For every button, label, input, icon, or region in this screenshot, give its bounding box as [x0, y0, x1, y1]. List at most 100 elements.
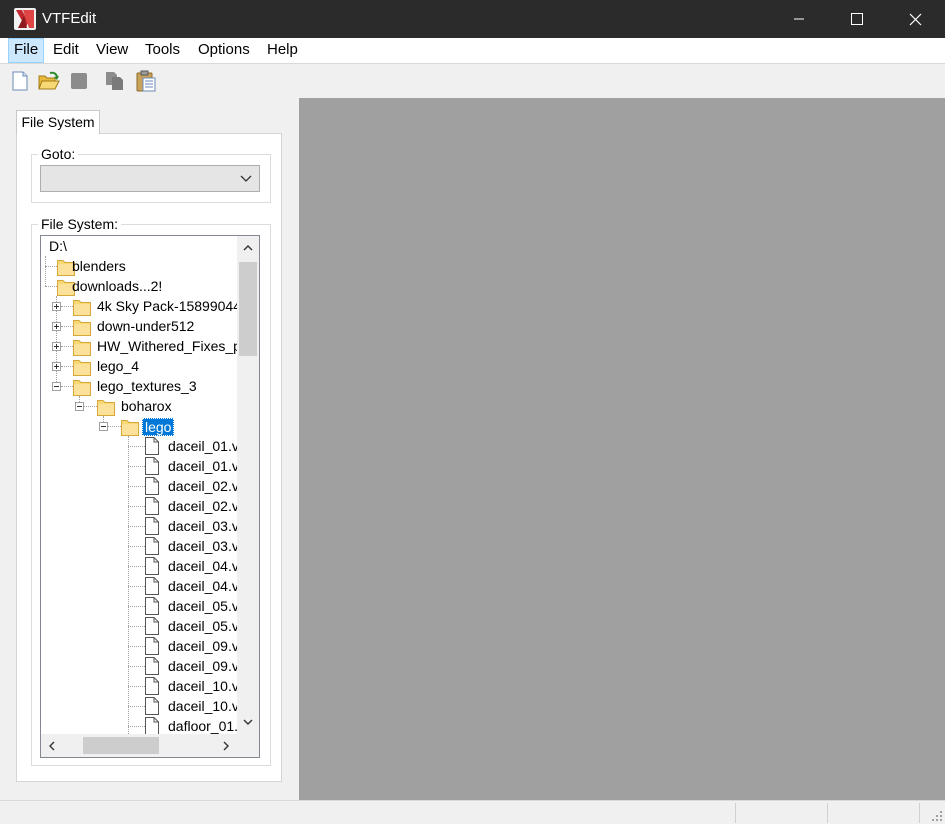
tree-line [128, 686, 145, 687]
resize-grip-icon[interactable] [931, 810, 943, 822]
tree-item-label: HW_Withered_Fixes_pa [97, 338, 237, 354]
tree-file-item[interactable]: daceil_01.v [41, 456, 237, 476]
tree-folder-item[interactable]: lego_4 [41, 356, 237, 376]
tree-line [61, 306, 73, 307]
new-icon [12, 71, 28, 91]
file-icon [145, 657, 159, 675]
tree-folder-item[interactable]: lego_textures_3 [41, 376, 237, 396]
copy-button[interactable] [103, 69, 127, 93]
scroll-right-button[interactable] [215, 734, 237, 757]
tree-line [128, 646, 145, 647]
menu-view[interactable]: View [91, 38, 133, 63]
menu-options[interactable]: Options [193, 38, 255, 63]
tree-folder-item[interactable]: lego [41, 416, 237, 436]
tree-file-item[interactable]: daceil_04.v [41, 556, 237, 576]
save-icon [71, 73, 87, 89]
chevron-down-icon [243, 719, 253, 725]
menu-bar: File Edit View Tools Options Help [0, 38, 945, 64]
file-icon [145, 597, 159, 615]
tree-file-item[interactable]: daceil_01.v [41, 436, 237, 456]
vertical-scrollbar[interactable] [237, 236, 259, 734]
tree-line [45, 286, 57, 287]
tree-folder-item[interactable]: downloads...2! [41, 276, 237, 296]
vtfedit-app-icon[interactable] [14, 8, 36, 30]
tree-item-label: daceil_05.v [168, 618, 237, 634]
tree-folder-item[interactable]: down-under512 [41, 316, 237, 336]
tree-folder-item[interactable]: 4k Sky Pack-15899044 [41, 296, 237, 316]
paste-button[interactable] [134, 69, 158, 93]
goto-dropdown[interactable] [40, 165, 260, 192]
menu-tools[interactable]: Tools [140, 38, 185, 63]
tree-file-item[interactable]: daceil_02.v [41, 476, 237, 496]
tree-line [61, 366, 73, 367]
open-icon [38, 71, 60, 90]
tree-item-label: boharox [121, 398, 172, 414]
file-icon [145, 697, 159, 715]
tree-drive-item[interactable]: D:\ [41, 236, 237, 256]
tab-file-system[interactable]: File System [16, 110, 100, 134]
scroll-up-button[interactable] [237, 238, 259, 258]
scroll-left-button[interactable] [41, 734, 63, 757]
collapse-minus-icon[interactable] [52, 382, 61, 391]
expand-plus-icon[interactable] [52, 362, 61, 371]
tree-file-item[interactable]: dafloor_01.v [41, 716, 237, 734]
save-button[interactable] [67, 69, 91, 93]
tree-line [128, 606, 145, 607]
tree-file-item[interactable]: daceil_03.v [41, 536, 237, 556]
menu-file[interactable]: File [8, 38, 45, 63]
tree-line [128, 586, 145, 587]
new-button[interactable] [8, 69, 32, 93]
tree-item-label: daceil_04.v [168, 558, 237, 574]
texture-preview-area[interactable] [299, 98, 945, 800]
menu-edit[interactable]: Edit [48, 38, 84, 63]
horizontal-scrollbar[interactable] [41, 734, 259, 757]
collapse-minus-icon[interactable] [99, 422, 108, 431]
tree-item-label: daceil_05.v [168, 598, 237, 614]
tree-file-item[interactable]: daceil_09.v [41, 656, 237, 676]
minimize-button[interactable] [770, 0, 828, 38]
collapse-minus-icon[interactable] [75, 402, 84, 411]
tree-folder-item[interactable]: boharox [41, 396, 237, 416]
tree-item-label: daceil_10.v [168, 698, 237, 714]
maximize-button[interactable] [828, 0, 886, 38]
tree-file-item[interactable]: daceil_10.v [41, 696, 237, 716]
folder-icon [73, 358, 91, 376]
tree-item-label: daceil_10.v [168, 678, 237, 694]
tree-item-label: lego [142, 418, 175, 436]
file-tree[interactable]: D:\ blenders downloads...2! 4k Sky Pack-158… [40, 235, 260, 758]
file-icon [145, 717, 159, 734]
tree-item-label: downloads...2! [72, 278, 163, 294]
toolbar [0, 64, 945, 98]
tree-file-item[interactable]: daceil_04.v [41, 576, 237, 596]
tree-item-label: daceil_03.v [168, 538, 237, 554]
tree-line [128, 526, 145, 527]
title-bar: VTFEdit [0, 0, 945, 38]
tree-item-label: daceil_01.v [168, 438, 237, 454]
vertical-scroll-thumb[interactable] [239, 262, 257, 356]
open-button[interactable] [37, 69, 61, 93]
chevron-right-icon [223, 741, 229, 750]
folder-icon [97, 398, 115, 416]
file-system-label: File System: [38, 216, 122, 232]
status-separator [735, 803, 736, 823]
scroll-down-button[interactable] [237, 712, 259, 732]
tree-file-item[interactable]: daceil_10.v [41, 676, 237, 696]
menu-help[interactable]: Help [262, 38, 303, 63]
expand-plus-icon[interactable] [52, 302, 61, 311]
tree-folder-item[interactable]: blenders [41, 256, 237, 276]
tree-file-item[interactable]: daceil_05.v [41, 596, 237, 616]
file-icon [145, 517, 159, 535]
expand-plus-icon[interactable] [52, 322, 61, 331]
goto-label: Goto: [38, 146, 79, 162]
expand-plus-icon[interactable] [52, 342, 61, 351]
tree-file-item[interactable]: daceil_09.v [41, 636, 237, 656]
tree-file-item[interactable]: daceil_02.v [41, 496, 237, 516]
tree-file-item[interactable]: daceil_03.v [41, 516, 237, 536]
tree-folder-item[interactable]: HW_Withered_Fixes_pa [41, 336, 237, 356]
close-button[interactable] [886, 0, 944, 38]
tree-item-label: lego_textures_3 [97, 378, 197, 394]
file-icon [145, 457, 159, 475]
horizontal-scroll-thumb[interactable] [83, 737, 159, 754]
tree-file-item[interactable]: daceil_05.v [41, 616, 237, 636]
file-icon [145, 497, 159, 515]
